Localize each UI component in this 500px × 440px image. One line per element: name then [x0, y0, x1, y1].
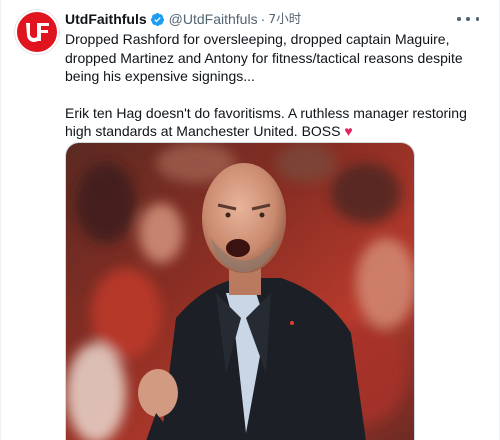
tweet-text: Dropped Rashford for oversleeping, dropp…: [65, 30, 475, 141]
tweet-paragraph-2-text: Erik ten Hag doesn't do favoritisms. A r…: [65, 104, 467, 140]
tweet-card[interactable]: UtdFaithfuls @UtdFaithfuls · 7小时 Dropped…: [0, 0, 500, 440]
timestamp[interactable]: 7小时: [268, 9, 301, 29]
tweet-header: UtdFaithfuls @UtdFaithfuls · 7小时: [65, 9, 485, 29]
display-name[interactable]: UtdFaithfuls: [65, 9, 147, 29]
tweet-paragraph-2: Erik ten Hag doesn't do favoritisms. A r…: [65, 104, 475, 141]
heart-emoji-icon: ♥: [344, 123, 353, 139]
handle[interactable]: @UtdFaithfuls: [169, 9, 258, 29]
verified-badge-icon: [150, 12, 165, 27]
avatar-logo: [18, 13, 56, 51]
photo-manager-shouting: [66, 143, 414, 440]
tweet-paragraph-1: Dropped Rashford for oversleeping, dropp…: [65, 31, 463, 84]
tweet-photo[interactable]: [65, 142, 415, 440]
more-options-icon[interactable]: [457, 10, 479, 28]
separator-dot: ·: [260, 11, 266, 27]
avatar[interactable]: [15, 10, 59, 54]
